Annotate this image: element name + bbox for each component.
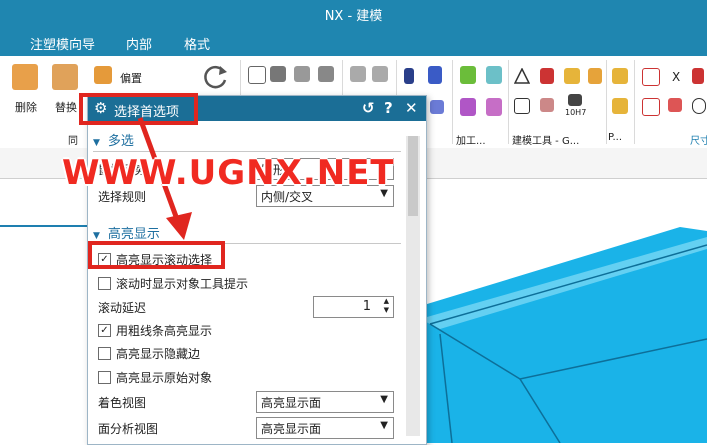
refresh-icon[interactable] (200, 62, 230, 92)
chevron-down-icon: ▼ (380, 394, 388, 405)
grid-icon[interactable] (564, 68, 580, 84)
assembly-icon[interactable] (486, 66, 502, 84)
face-analysis-label: 面分析视图 (98, 422, 159, 436)
face-analysis-select[interactable]: 高亮显示面 ▼ (256, 417, 394, 439)
replace-icon[interactable] (52, 64, 78, 90)
radius-icon[interactable] (642, 98, 660, 116)
dialog-scrollbar[interactable] (406, 136, 420, 436)
check-icon[interactable] (460, 66, 476, 84)
collapse-arrow-icon: ▼ (93, 138, 100, 148)
thick-lines-checkbox[interactable]: ✓ (98, 324, 111, 337)
hidden-edges-checkbox[interactable] (98, 347, 111, 360)
layers-icon[interactable] (270, 66, 286, 82)
close-icon[interactable]: ✕ (405, 99, 418, 117)
group-label-left: 同 (68, 136, 78, 147)
diameter-icon[interactable] (692, 98, 706, 114)
hidden-edges-label[interactable]: 高亮显示隐藏边 (116, 345, 200, 362)
scrollbar-thumb[interactable] (408, 136, 418, 216)
scroll-delay-label: 滚动延迟 (98, 301, 147, 315)
pen-icon[interactable] (428, 66, 442, 84)
offset-button-label[interactable]: 偏置 (120, 70, 142, 86)
spinner-arrows-icon[interactable]: ▲ ▼ (384, 297, 389, 315)
offset-icon[interactable] (94, 66, 112, 84)
group-label-dimension[interactable]: 尺寸 (690, 132, 707, 147)
section-multi-select[interactable]: ▼ 多选 (93, 130, 134, 149)
help-icon[interactable]: ? (384, 99, 393, 117)
collapse-arrow-icon: ▼ (93, 231, 100, 241)
x-tool-label[interactable]: X (672, 70, 680, 84)
edit-icon[interactable] (540, 98, 554, 112)
thick-lines-label[interactable]: 用粗线条高亮显示 (116, 322, 212, 339)
separator (606, 60, 607, 144)
separator (452, 60, 453, 144)
scroll-tooltip-checkbox[interactable] (98, 277, 111, 290)
sketch-icon[interactable] (248, 66, 266, 84)
layers-alt-icon[interactable] (294, 66, 310, 82)
table-icon[interactable] (540, 68, 554, 84)
original-object-checkbox[interactable] (98, 371, 111, 384)
group-label-modeling-tools[interactable]: 建模工具 - G... (512, 132, 579, 147)
delete-button-label[interactable]: 删除 (15, 99, 37, 115)
original-object-label[interactable]: 高亮显示原始对象 (116, 369, 212, 386)
menu-item-internal[interactable]: 内部 (126, 34, 152, 53)
scroll-tooltip-label[interactable]: 滚动时显示对象工具提示 (116, 275, 248, 292)
window-title: NX - 建模 (324, 9, 383, 24)
scroll-delay-spinner[interactable]: 1 ▲ ▼ (313, 296, 394, 318)
group-label-p[interactable]: P... (608, 132, 622, 143)
watermark: WWW.UGNX.NET (62, 153, 395, 193)
note-icon[interactable] (514, 98, 530, 114)
separator (634, 60, 635, 144)
shaded-view-value: 高亮显示面 (261, 396, 322, 410)
hole-icon[interactable] (568, 94, 582, 106)
grid-alt-icon[interactable] (588, 68, 602, 84)
mirror-icon[interactable] (460, 98, 476, 116)
chevron-down-icon: ▼ (380, 420, 388, 431)
cubes-icon[interactable] (612, 68, 628, 84)
separator (342, 60, 343, 100)
triangle-icon[interactable] (514, 68, 530, 84)
curve-icon[interactable] (350, 66, 366, 82)
menu-bar: 注塑模向导 内部 格式 (0, 28, 707, 56)
reset-icon[interactable]: ↺ (362, 99, 375, 117)
hole-label: 10H7 (565, 108, 587, 117)
shaded-view-label: 着色视图 (98, 396, 147, 410)
replace-button-label[interactable]: 替换 (55, 99, 77, 115)
book-icon[interactable] (404, 68, 414, 84)
chamfer-icon[interactable] (668, 98, 682, 112)
menu-item-format[interactable]: 格式 (184, 34, 210, 53)
tag-icon[interactable] (318, 66, 334, 82)
angle-icon[interactable] (692, 68, 704, 84)
bounding-box-icon[interactable] (486, 98, 502, 116)
menu-item-mold-wizard[interactable]: 注塑模向导 (30, 34, 95, 53)
separator (508, 60, 509, 144)
tool-icon[interactable] (430, 100, 444, 114)
curve-alt-icon[interactable] (372, 66, 388, 82)
group-label-machining[interactable]: 加工... (456, 132, 486, 147)
scroll-delay-value[interactable]: 1 (363, 299, 371, 314)
face-analysis-value: 高亮显示面 (261, 422, 322, 436)
title-bar: NX - 建模 (0, 0, 707, 28)
cubes-alt-icon[interactable] (612, 98, 628, 114)
delete-icon[interactable] (12, 64, 38, 90)
dimension-icon[interactable] (642, 68, 660, 86)
shaded-view-select[interactable]: 高亮显示面 ▼ (256, 391, 394, 413)
